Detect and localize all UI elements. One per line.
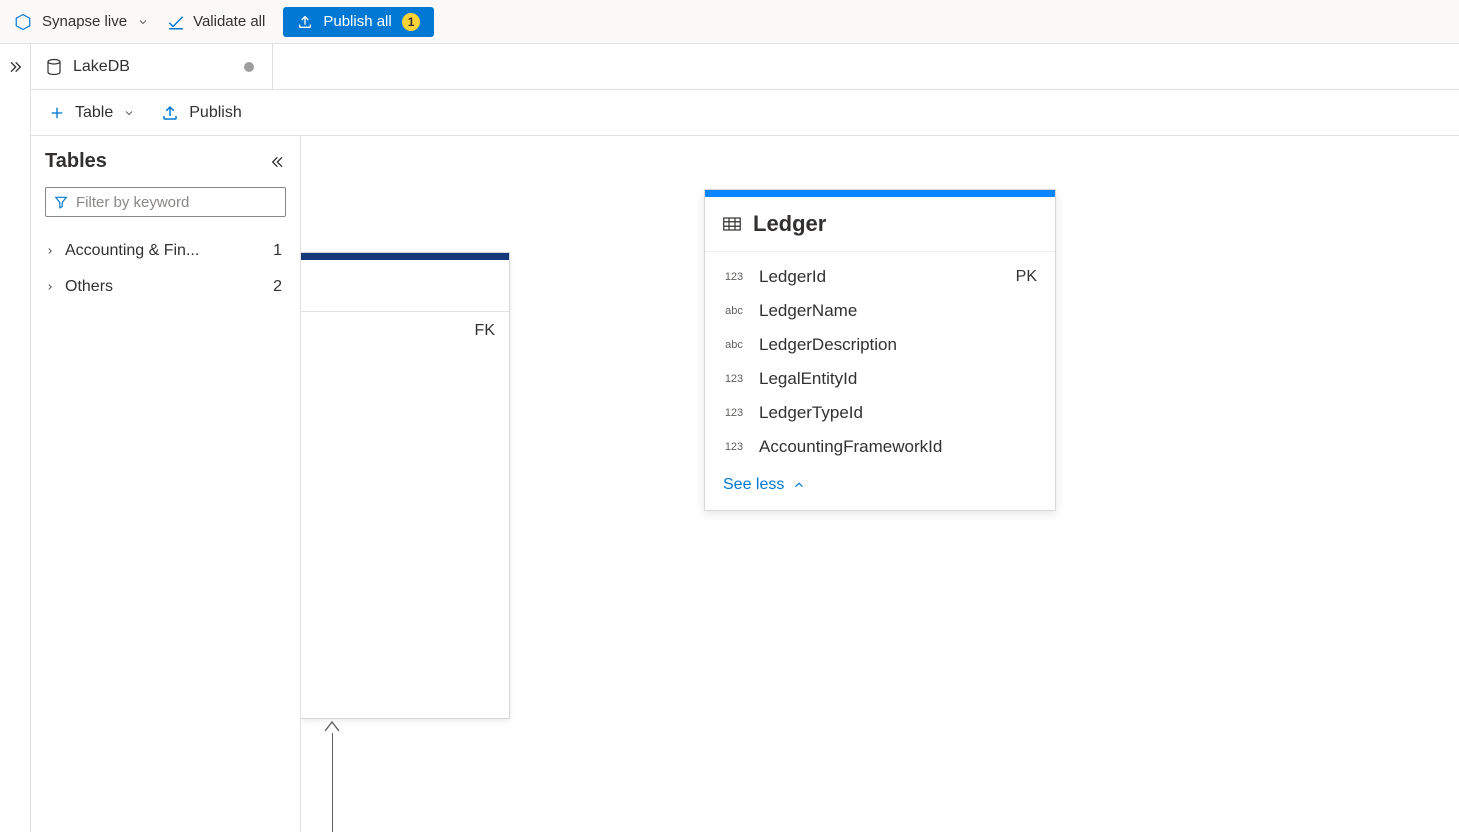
chevrons-left-icon (270, 154, 286, 170)
relationship-arrow (323, 719, 341, 832)
tree-group[interactable]: Others 2 (45, 269, 286, 305)
card-stripe (705, 190, 1055, 197)
tables-tree: Accounting & Fin... 1 Others 2 (45, 233, 286, 305)
column-type-hint: 123 (723, 271, 745, 283)
see-less-toggle[interactable]: See less (705, 466, 1055, 510)
filter-input[interactable] (76, 194, 277, 211)
expand-left-panel-button[interactable] (7, 58, 23, 74)
tree-group[interactable]: Accounting & Fin... 1 (45, 233, 286, 269)
column-list: 123 LedgerId PK abc LedgerName abc LedgerDescr… (705, 252, 1055, 466)
table-column-row[interactable]: 123 AccountingFrameworkId (705, 430, 1055, 464)
arrow-up-head-icon (323, 719, 341, 733)
column-key-label: FK (475, 322, 495, 340)
table-card-ledger[interactable]: Ledger 123 LedgerId PK abc LedgerName abc Ledg… (704, 189, 1056, 511)
publish-button[interactable]: Publish (161, 104, 241, 122)
publish-all-label: Publish all (323, 13, 391, 30)
table-card-partial[interactable]: FK (301, 252, 510, 719)
tabbar: LakeDB (31, 44, 1459, 90)
tab-label: LakeDB (73, 58, 130, 76)
tables-panel: Tables Accounting & Fin... 1 Others 2 (31, 136, 301, 832)
chevron-down-icon (123, 107, 135, 119)
tab-lakedb[interactable]: LakeDB (31, 44, 273, 89)
left-expand-column (0, 44, 31, 832)
chevron-down-icon (137, 16, 149, 28)
top-toolbar: Synapse live Validate all Publish all 1 (0, 0, 1459, 44)
table-column-row[interactable]: 123 LedgerTypeId (705, 396, 1055, 430)
publish-all-button[interactable]: Publish all 1 (283, 7, 434, 37)
publish-count-badge: 1 (402, 13, 421, 31)
tree-group-label: Accounting & Fin... (65, 242, 263, 260)
see-less-label: See less (723, 476, 784, 494)
publish-label: Publish (189, 104, 241, 122)
new-table-label: Table (75, 104, 113, 122)
table-column-row[interactable]: 123 LegalEntityId (705, 362, 1055, 396)
tree-group-label: Others (65, 278, 263, 296)
table-column-row[interactable]: 123 LedgerId PK (705, 260, 1055, 294)
filter-icon (54, 195, 68, 209)
column-name: LedgerName (759, 301, 857, 321)
card-body (301, 350, 509, 718)
validate-checklist-icon (167, 13, 185, 31)
column-name: LedgerDescription (759, 335, 897, 355)
column-type-hint: 123 (723, 441, 745, 453)
unsaved-indicator-icon (244, 62, 254, 72)
column-type-hint: abc (723, 305, 745, 317)
new-table-dropdown[interactable]: Table (49, 104, 135, 122)
tables-heading: Tables (45, 150, 107, 173)
card-stripe (301, 253, 509, 260)
table-column-row: FK (301, 312, 509, 350)
plus-icon (49, 105, 65, 121)
column-name: LedgerId (759, 267, 826, 287)
synapse-hex-icon (14, 13, 32, 31)
actionbar: Table Publish (31, 90, 1459, 136)
column-key-label: PK (1016, 268, 1037, 286)
database-icon (45, 57, 63, 77)
publish-upload-icon (297, 14, 313, 30)
caret-right-icon (45, 246, 55, 256)
caret-right-icon (45, 282, 55, 292)
table-grid-icon (723, 217, 741, 231)
synapse-live-label: Synapse live (42, 13, 127, 30)
collapse-tables-panel-button[interactable] (270, 153, 286, 170)
column-name: LedgerTypeId (759, 403, 863, 423)
chevrons-right-icon (7, 59, 23, 75)
chevron-up-icon (792, 478, 806, 492)
column-name: LegalEntityId (759, 369, 857, 389)
canvas[interactable]: FK Ledger 123LedgerIdPKabcLedgerNameabcL… (301, 136, 1459, 832)
filter-input-wrapper[interactable] (45, 187, 286, 217)
tree-group-count: 1 (273, 242, 286, 260)
card-title: Ledger (753, 211, 826, 237)
table-column-row[interactable]: abc LedgerDescription (705, 328, 1055, 362)
column-type-hint: 123 (723, 373, 745, 385)
publish-upload-icon (161, 104, 179, 122)
card-title-row (301, 260, 509, 312)
table-column-row[interactable]: abc LedgerName (705, 294, 1055, 328)
column-type-hint: 123 (723, 407, 745, 419)
column-name: AccountingFrameworkId (759, 437, 942, 457)
synapse-live-dropdown[interactable]: Synapse live (14, 13, 149, 31)
column-type-hint: abc (723, 339, 745, 351)
tree-group-count: 2 (273, 278, 286, 296)
validate-all-button[interactable]: Validate all (167, 13, 265, 31)
validate-all-label: Validate all (193, 13, 265, 30)
